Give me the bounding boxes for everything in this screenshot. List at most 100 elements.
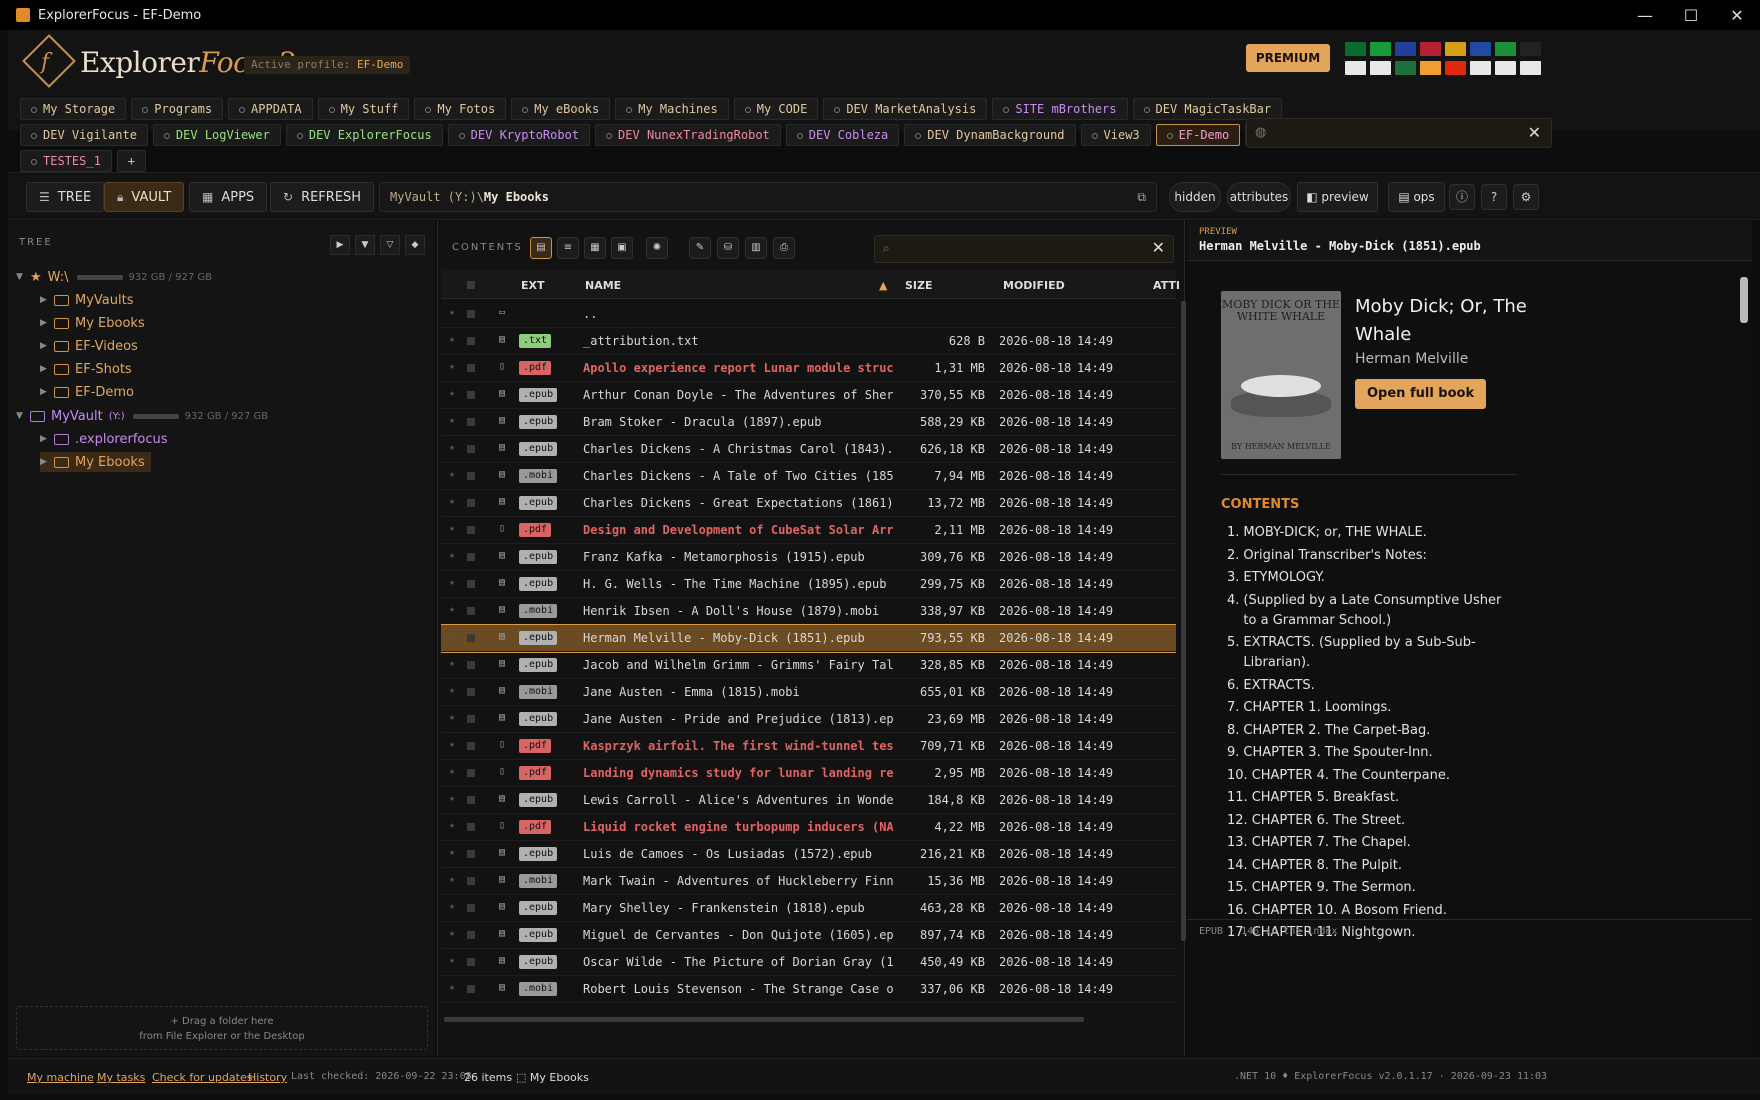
minimize-button[interactable]: — [1622, 0, 1668, 30]
row-checkbox[interactable] [467, 607, 475, 615]
profile-tab[interactable]: EF-Demo [1155, 124, 1241, 146]
list-view-icon[interactable]: ≡ [557, 237, 579, 259]
table-row[interactable]: ★ ▤ .mobi Mark Twain - Adventures of Huckle… [441, 868, 1176, 895]
diamond-icon[interactable]: ◆ [405, 235, 425, 255]
toc-item[interactable]: 13. CHAPTER 7. The Chapel. [1227, 833, 1517, 853]
star-icon[interactable]: ★ [449, 631, 455, 642]
profile-tab[interactable]: My Stuff [317, 98, 410, 120]
col-attributes[interactable]: ATTI [1153, 279, 1180, 292]
star-icon[interactable]: ★ [449, 685, 455, 696]
table-row[interactable]: ★ ▯ .pdf Landing dynamics study for lunar l… [441, 760, 1176, 787]
details-view-icon[interactable]: ▤ [530, 237, 552, 259]
table-row[interactable]: ★ ▤ .epub Miguel de Cervantes - Don Quijote… [441, 922, 1176, 949]
language-flag-icon[interactable] [1445, 61, 1466, 75]
package-icon[interactable]: ⛁ [717, 237, 739, 259]
ops-button[interactable]: ▤ ops [1388, 182, 1445, 212]
star-icon[interactable]: ★ [449, 334, 455, 345]
star-icon[interactable]: ★ [449, 955, 455, 966]
star-icon[interactable]: ★ [449, 847, 455, 858]
global-search-input[interactable]: ◍ ✕ [1246, 118, 1552, 148]
star-icon[interactable]: ★ [449, 307, 455, 318]
tiles-view-icon[interactable]: ▣ [611, 237, 633, 259]
tree-vault[interactable]: ▼ MyVault (Y:) 932 GB / 927 GB [16, 406, 268, 426]
star-icon[interactable]: ★ [449, 901, 455, 912]
profile-tab[interactable]: My Storage [20, 98, 127, 120]
archive-icon[interactable]: ▥ [745, 237, 767, 259]
expand-arrow-icon[interactable]: ▶ [40, 295, 54, 305]
my-tasks-link[interactable]: My tasks [97, 1071, 145, 1084]
table-row[interactable]: ★ ▤ .txt _attribution.txt 628 B 2026-08-18 14:… [441, 328, 1176, 355]
language-flag-icon[interactable] [1520, 61, 1541, 75]
star-icon[interactable]: ★ [449, 793, 455, 804]
table-row[interactable]: ★ ▯ .pdf Kasprzyk airfoil. The first wind-t… [441, 733, 1176, 760]
table-row[interactable]: ★ ▯ .pdf Design and Development of CubeSat … [441, 517, 1176, 544]
toc-item[interactable]: 14. CHAPTER 8. The Pulpit. [1227, 856, 1517, 876]
row-checkbox[interactable] [467, 445, 475, 453]
profile-tab[interactable]: My Fotos [414, 98, 507, 120]
col-name[interactable]: NAME [585, 279, 621, 292]
row-checkbox[interactable] [467, 904, 475, 912]
table-row[interactable]: ★ ▤ .epub Arthur Conan Doyle - The Adventur… [441, 382, 1176, 409]
path-bar[interactable]: MyVault (Y:)\My Ebooks ⧉ [379, 182, 1157, 212]
expand-arrow-icon[interactable]: ▶ [40, 318, 54, 328]
row-checkbox[interactable] [467, 553, 475, 561]
language-flag-icon[interactable] [1470, 42, 1491, 56]
profile-tab[interactable]: DEV MarketAnalysis [823, 98, 988, 120]
language-flag-icon[interactable] [1395, 42, 1416, 56]
star-icon[interactable]: ★ [449, 874, 455, 885]
select-all-checkbox[interactable] [467, 281, 475, 289]
expand-arrow-icon[interactable]: ▶ [40, 387, 54, 397]
star-icon[interactable]: ★ [449, 388, 455, 399]
table-row[interactable]: ★ ▤ .epub Luis de Camoes - Os Lusiadas (157… [441, 841, 1176, 868]
horizontal-scrollbar[interactable] [444, 1017, 1084, 1022]
profile-tab[interactable]: View3 [1080, 124, 1151, 146]
close-window-button[interactable]: ✕ [1714, 0, 1760, 30]
expand-arrow-icon[interactable]: ▶ [40, 457, 54, 467]
col-modified[interactable]: MODIFIED [1003, 279, 1065, 292]
toc-item[interactable]: 1. MOBY-DICK; or, THE WHALE. [1227, 523, 1517, 543]
table-row[interactable]: ★ ▯ .pdf Liquid rocket engine turbopump ind… [441, 814, 1176, 841]
tools-icon[interactable]: ✎ [689, 237, 711, 259]
profile-tab[interactable]: Programs [131, 98, 224, 120]
tree-folder[interactable]: ▶ My Ebooks [40, 313, 145, 333]
history-link[interactable]: History [248, 1071, 287, 1084]
profile-tab[interactable]: DEV KryptoRobot [447, 124, 591, 146]
star-icon[interactable]: ★ [449, 928, 455, 939]
star-icon[interactable]: ★ [449, 658, 455, 669]
language-flag-icon[interactable] [1470, 61, 1491, 75]
table-row[interactable]: ★ ▤ .epub Charles Dickens - A Christmas Car… [441, 436, 1176, 463]
row-checkbox[interactable] [467, 931, 475, 939]
language-flag-icon[interactable] [1420, 61, 1441, 75]
profile-tab[interactable]: APPDATA [228, 98, 313, 120]
table-row[interactable]: ★ ▤ .epub Bram Stoker - Dracula (1897).epub… [441, 409, 1176, 436]
row-checkbox[interactable] [467, 499, 475, 507]
copy-path-icon[interactable]: ⧉ [1137, 183, 1146, 211]
row-checkbox[interactable] [467, 823, 475, 831]
row-checkbox[interactable] [467, 661, 475, 669]
row-checkbox[interactable] [467, 715, 475, 723]
profile-tab[interactable]: DEV MagicTaskBar [1132, 98, 1283, 120]
table-row[interactable]: ★ ▤ .mobi Henrik Ibsen - A Doll's House (18… [441, 598, 1176, 625]
table-row[interactable]: ★ ▤ .mobi Robert Louis Stevenson - The Stra… [441, 976, 1176, 1003]
profile-tab[interactable]: DEV Vigilante [20, 124, 148, 146]
toc-item[interactable]: 9. CHAPTER 3. The Spouter-Inn. [1227, 743, 1517, 763]
profile-tab[interactable]: DEV LogViewer [152, 124, 281, 146]
premium-button[interactable]: PREMIUM [1246, 44, 1330, 72]
row-checkbox[interactable] [467, 877, 475, 885]
star-icon[interactable]: ★ [449, 496, 455, 507]
toc-item[interactable]: 4. (Supplied by a Late Consumptive Usher … [1227, 591, 1517, 631]
preview-scrollbar[interactable] [1740, 277, 1748, 323]
refresh-button[interactable]: ↻ REFRESH [270, 182, 375, 212]
row-checkbox[interactable] [467, 418, 475, 426]
expand-arrow-icon[interactable]: ▶ [40, 434, 54, 444]
tree-folder[interactable]: ▶ My Ebooks [40, 452, 151, 472]
row-checkbox[interactable] [467, 526, 475, 534]
toc-item[interactable]: 6. EXTRACTS. [1227, 676, 1517, 696]
tree-button[interactable]: ☰ TREE [26, 182, 105, 212]
expand-arrow-icon[interactable]: ▶ [40, 364, 54, 374]
row-checkbox[interactable] [467, 634, 475, 642]
maximize-button[interactable]: ☐ [1668, 0, 1714, 30]
table-row[interactable]: ★ ▤ .epub Franz Kafka - Metamorphosis (1915… [441, 544, 1176, 571]
apps-button[interactable]: ▦ APPS [189, 182, 268, 212]
star-icon[interactable]: ★ [449, 982, 455, 993]
